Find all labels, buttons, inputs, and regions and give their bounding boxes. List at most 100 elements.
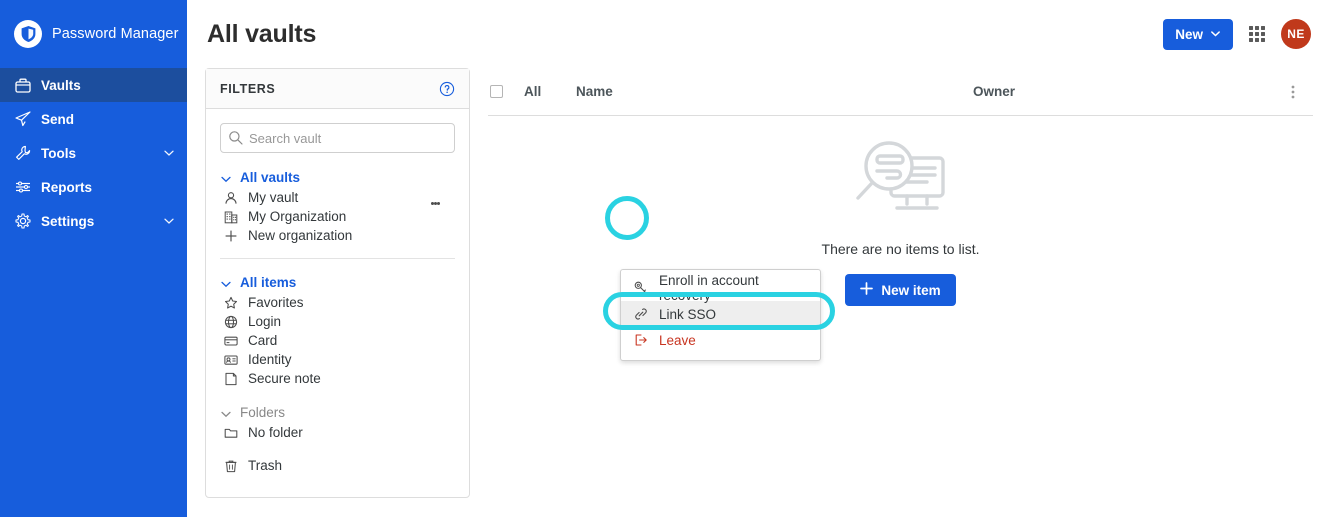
- filter-item-label: Login: [248, 314, 281, 329]
- chevron-down-icon: [163, 147, 175, 159]
- filter-item-identity[interactable]: Identity: [220, 350, 455, 369]
- filter-item-label: My Organization: [248, 209, 346, 224]
- new-button-label: New: [1175, 27, 1203, 42]
- help-circle-icon[interactable]: [439, 81, 455, 97]
- empty-state-message: There are no items to list.: [822, 241, 980, 257]
- spacer: [220, 388, 455, 402]
- plus-icon: [860, 282, 873, 298]
- id-card-icon: [223, 352, 239, 368]
- filter-item-my-vault[interactable]: My vault: [220, 188, 455, 207]
- topbar-actions: New NE: [1163, 19, 1311, 50]
- filter-item-label: Secure note: [248, 371, 321, 386]
- new-button[interactable]: New: [1163, 19, 1233, 50]
- building-icon: [223, 209, 239, 225]
- sidebar-item-settings[interactable]: Settings: [0, 204, 187, 238]
- page-title: All vaults: [207, 20, 316, 49]
- filters-header: FILTERS: [206, 69, 469, 109]
- new-item-button[interactable]: New item: [845, 274, 955, 306]
- filter-item-label: My vault: [248, 190, 298, 205]
- sidebar: Password Manager Vaults Send: [0, 0, 187, 517]
- apps-grid-icon[interactable]: [1247, 24, 1267, 44]
- vaults-group: All vaults My vault: [220, 167, 455, 245]
- group-label: Folders: [240, 405, 285, 420]
- avatar[interactable]: NE: [1281, 19, 1311, 49]
- note-icon: [223, 371, 239, 387]
- search-monitor-illustration: [847, 138, 955, 229]
- folders-group: Folders No folder: [220, 402, 455, 442]
- filter-item-label: Identity: [248, 352, 292, 367]
- filter-item-secure-note[interactable]: Secure note: [220, 369, 455, 388]
- filters-panel: FILTERS: [205, 68, 470, 498]
- gear-icon: [14, 213, 31, 230]
- vault-items-area: All Name Owner: [488, 68, 1313, 498]
- sidebar-item-vaults[interactable]: Vaults: [0, 68, 187, 102]
- filters-divider: [220, 258, 455, 259]
- brand-label: Password Manager: [52, 26, 179, 42]
- group-label: All vaults: [240, 170, 300, 185]
- sidebar-item-label: Send: [41, 112, 175, 127]
- logout-icon: [633, 332, 649, 348]
- card-icon: [223, 333, 239, 349]
- link-icon: [633, 306, 649, 322]
- spacer: [220, 442, 455, 456]
- filter-item-login[interactable]: Login: [220, 312, 455, 331]
- trash-icon: [223, 458, 239, 474]
- chevron-down-icon: [220, 407, 232, 419]
- sidebar-item-label: Vaults: [41, 78, 175, 93]
- filter-item-favorites[interactable]: Favorites: [220, 293, 455, 312]
- send-icon: [14, 111, 31, 128]
- column-header-name: Name: [576, 84, 973, 99]
- filter-item-no-folder[interactable]: No folder: [220, 423, 455, 442]
- menu-item-enroll-account-recovery[interactable]: Enroll in account recovery: [621, 275, 820, 301]
- search-vault-wrapper: [220, 123, 455, 153]
- filter-item-label: Card: [248, 333, 277, 348]
- group-header-all-vaults[interactable]: All vaults: [220, 167, 455, 188]
- table-options-button[interactable]: [1273, 84, 1313, 100]
- group-label: All items: [240, 275, 296, 290]
- org-context-menu: Enroll in account recovery Link SSO: [620, 269, 821, 361]
- select-all-checkbox[interactable]: [490, 85, 503, 98]
- key-icon: [633, 280, 649, 296]
- filter-item-label: No folder: [248, 425, 303, 440]
- menu-item-link-sso[interactable]: Link SSO: [621, 301, 820, 327]
- filter-item-new-organization[interactable]: New organization: [220, 226, 455, 245]
- items-group: All items Favorites: [220, 272, 455, 388]
- star-icon: [223, 295, 239, 311]
- filter-item-trash[interactable]: Trash: [220, 456, 455, 475]
- sidebar-item-reports[interactable]: Reports: [0, 170, 187, 204]
- search-input[interactable]: [220, 123, 455, 153]
- filters-title: FILTERS: [220, 82, 275, 96]
- globe-icon: [223, 314, 239, 330]
- shield-logo-icon: [14, 20, 42, 48]
- wrench-icon: [14, 145, 31, 162]
- folder-icon: [223, 425, 239, 441]
- filter-item-label: New organization: [248, 228, 352, 243]
- empty-state: There are no items to list. New item: [488, 116, 1313, 306]
- filter-item-card[interactable]: Card: [220, 331, 455, 350]
- menu-item-leave[interactable]: Leave: [621, 327, 820, 353]
- group-header-folders[interactable]: Folders: [220, 402, 455, 423]
- vault-icon: [14, 77, 31, 94]
- sidebar-item-send[interactable]: Send: [0, 102, 187, 136]
- topbar: All vaults New: [187, 0, 1331, 68]
- filter-item-label: Trash: [248, 458, 282, 473]
- sidebar-item-label: Tools: [41, 146, 153, 161]
- sidebar-item-tools[interactable]: Tools: [0, 136, 187, 170]
- main-content: All vaults New: [187, 0, 1331, 517]
- sidebar-item-label: Settings: [41, 214, 153, 229]
- chevron-down-icon: [220, 277, 232, 289]
- filter-item-my-organization[interactable]: My Organization: [220, 207, 455, 226]
- new-item-button-label: New item: [881, 283, 940, 298]
- group-header-all-items[interactable]: All items: [220, 272, 455, 293]
- chevron-down-icon: [220, 172, 232, 184]
- chevron-down-icon: [1210, 27, 1221, 42]
- brand[interactable]: Password Manager: [0, 0, 187, 68]
- menu-item-label: Enroll in account recovery: [659, 273, 808, 303]
- chevron-down-icon: [163, 215, 175, 227]
- org-options-button[interactable]: [421, 189, 449, 217]
- menu-item-label: Leave: [659, 333, 696, 348]
- reports-icon: [14, 179, 31, 196]
- sidebar-item-label: Reports: [41, 180, 175, 195]
- filter-item-label: Favorites: [248, 295, 304, 310]
- user-icon: [223, 190, 239, 206]
